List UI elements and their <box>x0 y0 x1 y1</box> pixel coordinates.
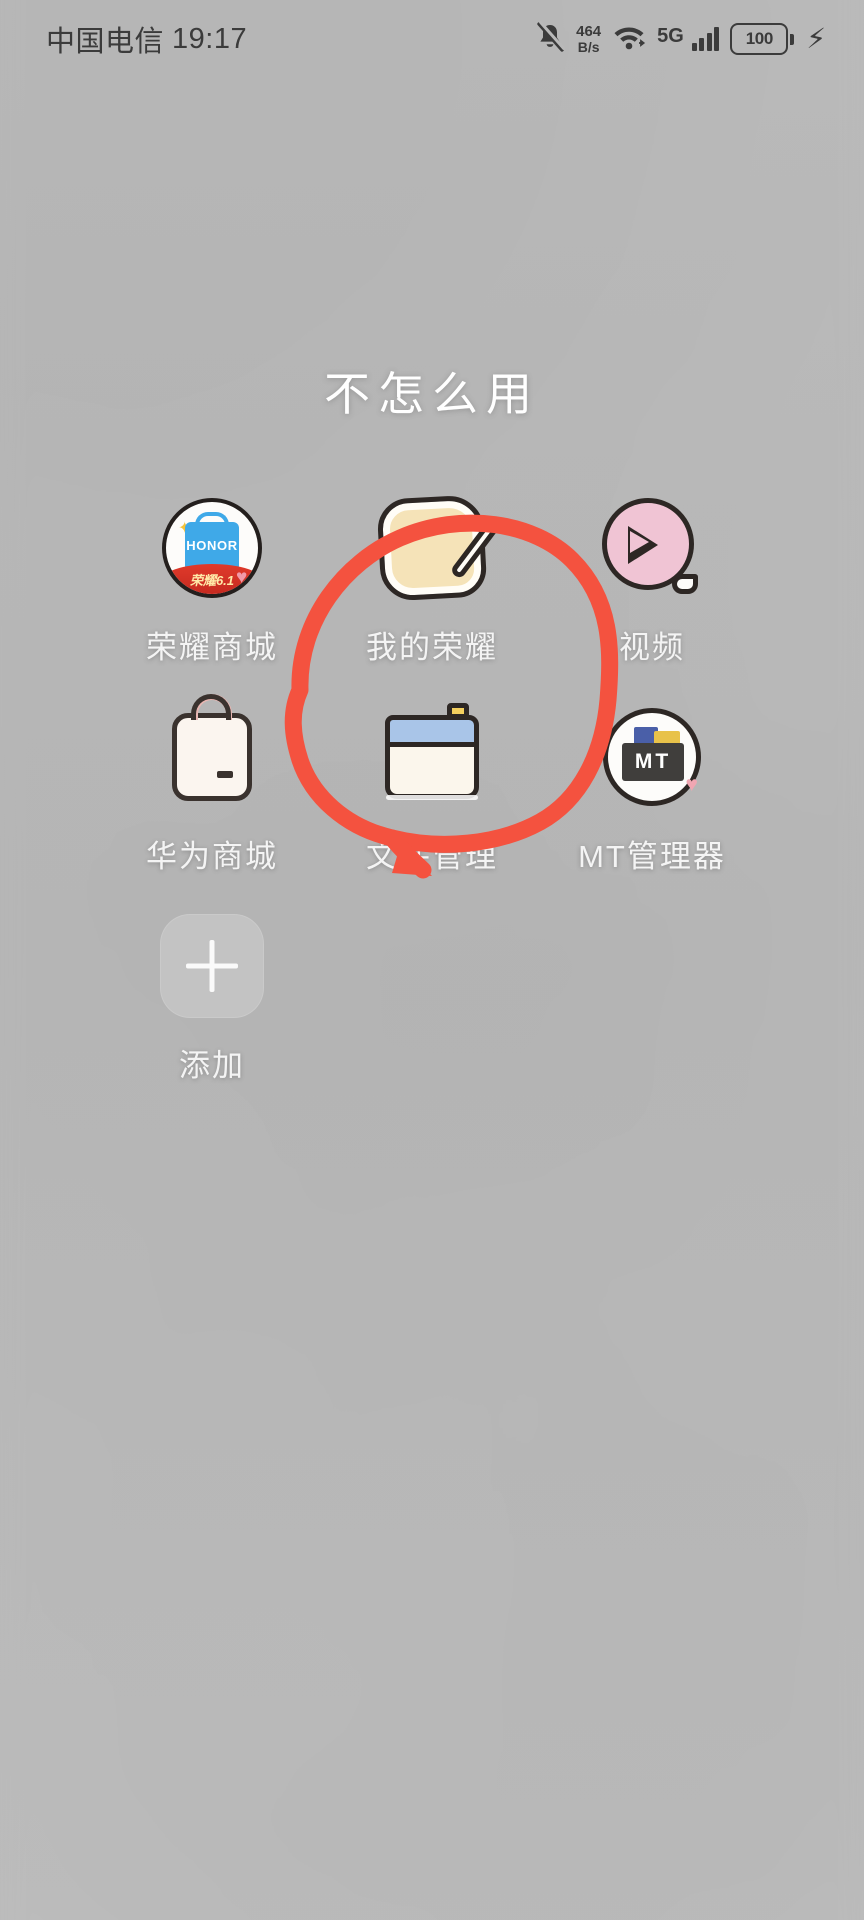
huawei-store-icon[interactable] <box>160 694 264 809</box>
network-speed-indicator: 464 B/s <box>576 24 601 54</box>
bell-muted-icon <box>535 20 566 58</box>
carrier-label: 中国电信 <box>46 26 165 58</box>
clock-label: 19:17 <box>172 22 248 55</box>
app-label-huawei-store: 华为商城 <box>146 839 278 874</box>
app-item-file-manager[interactable]: 文件管理 <box>322 703 542 876</box>
app-item-add[interactable]: 添加 <box>102 914 322 1085</box>
honor-store-icon[interactable]: ✦ HONOR 荣耀6.1 ♥ <box>160 496 264 600</box>
network-speed-value: 464 <box>576 23 602 40</box>
app-item-video[interactable]: 视频 <box>542 496 762 667</box>
network-type-label: 5G <box>657 24 684 47</box>
battery-cap <box>790 33 795 45</box>
status-bar: 中国电信 19:17 464 B/s 5G 100 ⚡ <box>0 0 864 78</box>
folder-overlay: 不怎么用 ✦ HONOR 荣耀6.1 ♥ <box>0 0 864 1085</box>
battery-level-label: 100 <box>730 23 789 55</box>
video-player-icon[interactable] <box>600 496 704 600</box>
lightning-bolt-icon: ⚡ <box>806 23 826 54</box>
app-item-honor-store[interactable]: ✦ HONOR 荣耀6.1 ♥ 荣耀商城 <box>102 496 322 667</box>
app-label-file-manager: 文件管理 <box>366 839 498 874</box>
file-manager-icon[interactable] <box>380 703 484 809</box>
mt-manager-icon[interactable]: MT ♥ <box>600 705 704 809</box>
my-honor-icon[interactable] <box>376 494 503 602</box>
folder-app-grid: ✦ HONOR 荣耀6.1 ♥ 荣耀商城 <box>102 494 762 1085</box>
heart-icon: ♥ <box>236 567 248 588</box>
app-label-my-honor: 我的荣耀 <box>366 630 498 665</box>
folder-title[interactable]: 不怎么用 <box>0 358 864 424</box>
honor-badge-text: HONOR <box>186 538 238 553</box>
heart-icon: ♥ <box>685 773 698 796</box>
network-speed-unit: B/s <box>577 39 600 55</box>
signal-bars-icon <box>691 27 720 51</box>
honor-banner-text: 荣耀6.1 <box>189 572 235 588</box>
battery-indicator: 100 <box>730 23 795 55</box>
download-progress-bar <box>386 795 478 800</box>
wifi-icon <box>612 24 646 55</box>
app-label-video: 视频 <box>619 630 685 665</box>
app-label-honor-store: 荣耀商城 <box>146 630 278 665</box>
phone-screen: 中国电信 19:17 464 B/s 5G 100 ⚡ 不怎么用 HONOR 荣… <box>0 0 864 1920</box>
app-label-add: 添加 <box>179 1048 245 1083</box>
status-bar-left: 中国电信 19:17 <box>46 18 247 60</box>
mt-badge-text: MT <box>622 743 684 781</box>
app-label-mt-manager: MT管理器 <box>578 839 726 874</box>
app-item-huawei-store[interactable]: 华为商城 <box>102 694 322 876</box>
app-item-mt-manager[interactable]: MT ♥ MT管理器 <box>542 705 762 876</box>
status-bar-right: 464 B/s 5G 100 ⚡ <box>535 20 826 58</box>
app-item-my-honor[interactable]: 我的荣耀 <box>322 494 542 667</box>
plus-icon[interactable] <box>160 914 264 1018</box>
